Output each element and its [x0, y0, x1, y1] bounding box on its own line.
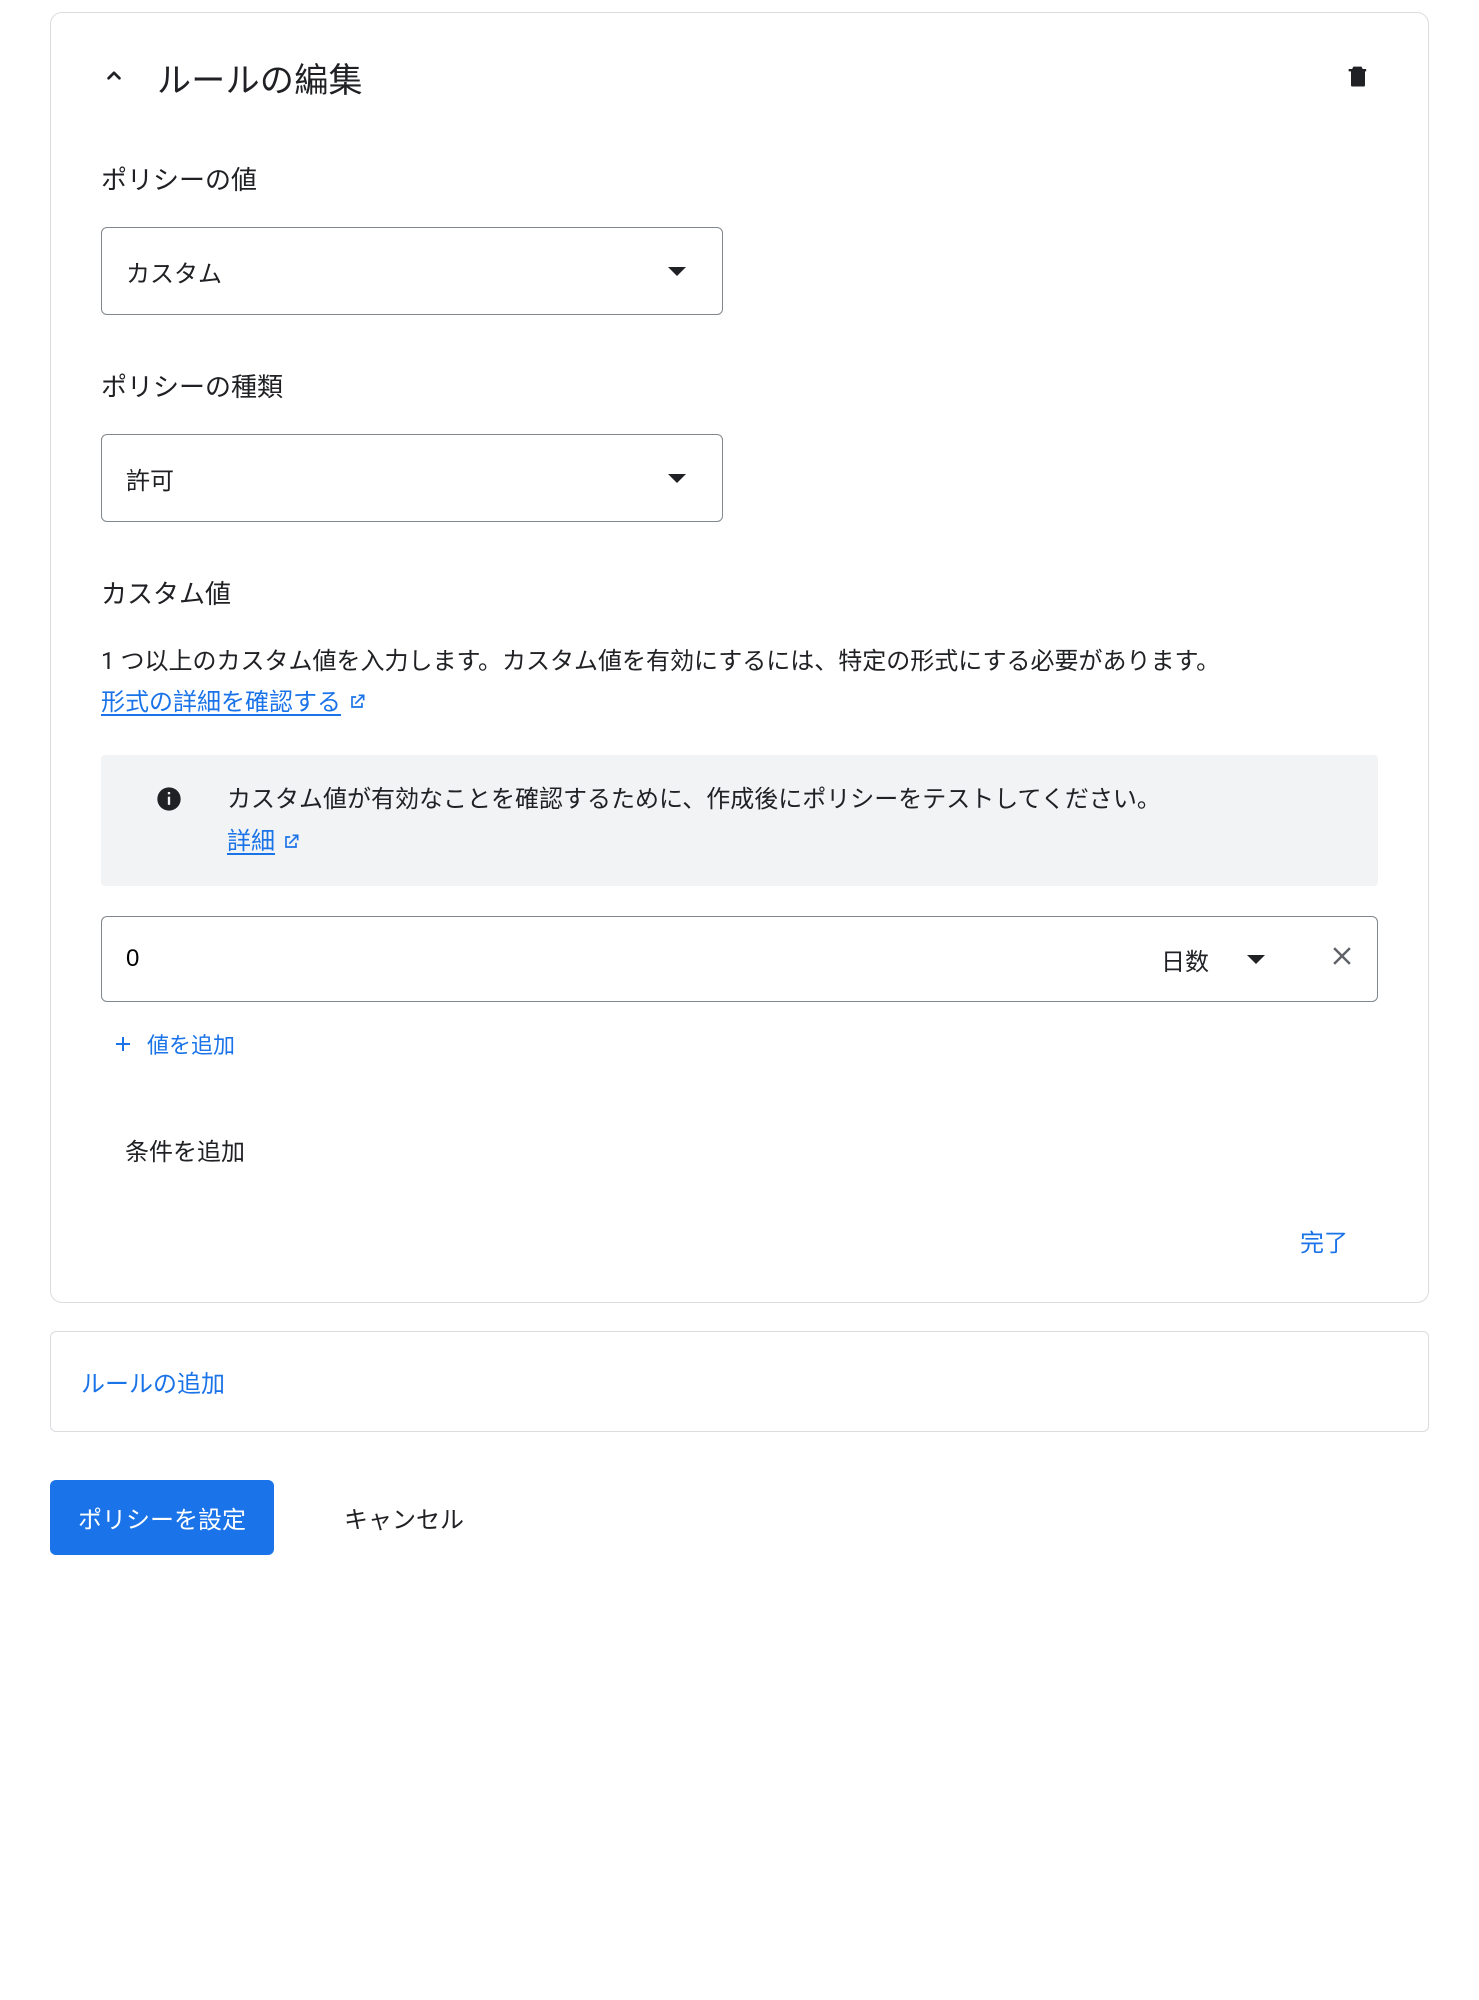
card-header-left: ルールの編集 — [101, 53, 363, 102]
external-link-icon — [347, 692, 367, 712]
edit-rule-card: ルールの編集 ポリシーの値 カスタム ポリシーの種類 許可 カスタム値 1 つ以… — [50, 12, 1429, 1303]
edit-rule-title: ルールの編集 — [157, 53, 363, 102]
done-button[interactable]: 完了 — [1288, 1215, 1378, 1266]
info-box: カスタム値が有効なことを確認するために、作成後にポリシーをテストしてください。 … — [101, 755, 1378, 887]
info-text: カスタム値が有効なことを確認するために、作成後にポリシーをテストしてください。 … — [227, 779, 1161, 863]
external-link-icon — [281, 832, 301, 852]
page-footer-spacer — [50, 1555, 1429, 1875]
info-text-content: カスタム値が有効なことを確認するために、作成後にポリシーをテストしてください。 — [227, 779, 1161, 820]
trash-icon — [1344, 79, 1372, 94]
custom-value-row: 日数 — [101, 916, 1378, 1002]
cancel-button[interactable]: キャンセル — [344, 1500, 464, 1535]
custom-value-description: 1 つ以上のカスタム値を入力します。カスタム値を有効にするには、特定の形式にする… — [101, 641, 1378, 723]
add-value-label: 値を追加 — [147, 1028, 235, 1060]
set-policy-button[interactable]: ポリシーを設定 — [50, 1480, 274, 1555]
bottom-action-bar: ポリシーを設定 キャンセル — [50, 1480, 1429, 1555]
info-icon — [155, 779, 183, 819]
policy-type-section: ポリシーの種類 許可 — [101, 367, 1378, 522]
format-details-link[interactable]: 形式の詳細を確認する — [101, 682, 367, 723]
custom-value-label: カスタム値 — [101, 574, 1378, 611]
custom-value-desc-text: 1 つ以上のカスタム値を入力します。カスタム値を有効にするには、特定の形式にする… — [101, 647, 1220, 675]
policy-type-selected: 許可 — [126, 461, 668, 496]
caret-down-icon — [1247, 955, 1265, 964]
close-icon — [1327, 941, 1357, 971]
unit-selected: 日数 — [1161, 942, 1209, 977]
policy-type-label: ポリシーの種類 — [101, 367, 1378, 404]
policy-value-section: ポリシーの値 カスタム — [101, 160, 1378, 315]
unit-select[interactable]: 日数 — [1161, 942, 1287, 977]
caret-down-icon — [668, 267, 686, 276]
caret-down-icon — [668, 474, 686, 483]
card-header: ルールの編集 — [101, 53, 1378, 102]
plus-icon — [111, 1032, 135, 1056]
info-details-link[interactable]: 詳細 — [227, 821, 301, 862]
remove-value-button[interactable] — [1307, 941, 1357, 977]
add-condition-section: 条件を追加 — [101, 1132, 1378, 1167]
policy-value-label: ポリシーの値 — [101, 160, 1378, 197]
done-row: 完了 — [101, 1215, 1378, 1266]
add-rule-button[interactable]: ルールの追加 — [81, 1364, 225, 1399]
chevron-up-icon[interactable] — [101, 62, 127, 94]
add-value-button[interactable]: 値を追加 — [101, 1016, 245, 1072]
custom-value-section: カスタム値 1 つ以上のカスタム値を入力します。カスタム値を有効にするには、特定… — [101, 574, 1378, 1266]
add-condition-label: 条件を追加 — [101, 1132, 1378, 1167]
delete-rule-button[interactable] — [1338, 55, 1378, 100]
add-rule-card[interactable]: ルールの追加 — [50, 1331, 1429, 1432]
format-details-link-text: 形式の詳細を確認する — [101, 682, 341, 723]
policy-value-select[interactable]: カスタム — [101, 227, 723, 315]
info-details-link-text: 詳細 — [227, 821, 275, 862]
policy-type-select[interactable]: 許可 — [101, 434, 723, 522]
custom-value-input[interactable] — [126, 917, 1141, 1001]
policy-value-selected: カスタム — [126, 254, 668, 289]
